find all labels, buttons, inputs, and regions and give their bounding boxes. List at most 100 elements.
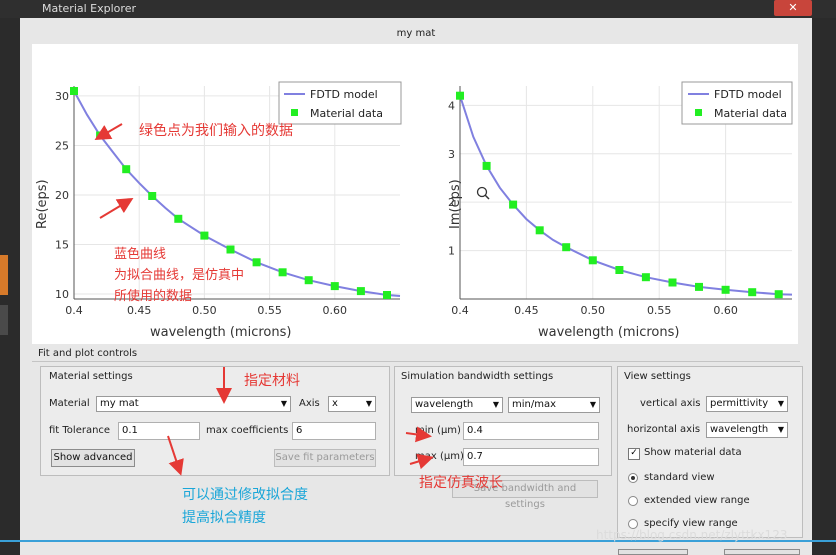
x-tick-label: 0.60	[713, 304, 738, 317]
x-tick-label: 0.55	[257, 304, 282, 317]
data-point	[774, 290, 783, 299]
legend: FDTD model Material data	[278, 81, 402, 125]
data-point	[641, 273, 650, 282]
legend-label: Material data	[714, 107, 787, 120]
y-tick-label: 1	[448, 245, 455, 258]
data-point	[615, 266, 624, 274]
y-tick-label: 4	[448, 99, 455, 112]
controls-title: Fit and plot controls	[38, 348, 138, 359]
data-point	[70, 87, 78, 95]
material-settings-group: Material settings Material my mat ▼ Axis …	[40, 366, 390, 476]
data-point	[721, 285, 730, 294]
data-point	[122, 165, 131, 174]
window-title: Material Explorer	[42, 2, 136, 15]
horizontal-axis-label: horizontal axis	[627, 424, 701, 435]
data-point	[482, 161, 491, 170]
fit-tolerance-input[interactable]: 0.1	[118, 422, 200, 440]
horizontal-axis-value: wavelength	[710, 424, 769, 435]
extended-view-label: extended view range	[644, 495, 750, 506]
bottom-button[interactable]	[618, 549, 688, 555]
y-tick-label: 15	[55, 239, 69, 252]
data-point	[383, 291, 391, 299]
show-material-data-label: Show material data	[644, 447, 742, 458]
data-point	[748, 288, 757, 297]
controls-divider	[32, 361, 800, 362]
im-eps-plot: 0.4 0.45 0.50 0.55 0.601234 Im(eps) waveleng…	[448, 81, 793, 340]
data-point	[304, 276, 313, 285]
annotation-blue-curve-2: 为拟合曲线，是仿真中	[114, 268, 245, 283]
legend-label: FDTD model	[714, 88, 782, 101]
x-tick-label: 0.4	[65, 304, 83, 317]
data-point	[174, 214, 183, 223]
bandwidth-mode-select[interactable]: wavelength ▼	[411, 397, 503, 413]
material-value: my mat	[100, 398, 139, 409]
x-tick-label: 0.55	[647, 304, 672, 317]
data-point	[278, 268, 287, 277]
data-point	[695, 282, 703, 291]
y-tick-label: 10	[55, 288, 69, 301]
data-point	[456, 91, 464, 100]
chevron-down-icon: ▼	[280, 399, 287, 408]
horizontal-axis-select[interactable]: wavelength ▼	[706, 422, 788, 438]
data-point	[356, 287, 365, 296]
chevron-down-icon: ▼	[365, 399, 372, 408]
standard-view-radio[interactable]	[628, 473, 638, 483]
axis-label: Axis	[299, 398, 320, 409]
chevron-down-icon: ▼	[777, 399, 784, 408]
magnifier-cursor-icon	[476, 186, 490, 200]
material-select[interactable]: my mat ▼	[96, 396, 291, 412]
bandwidth-range-select[interactable]: min/max ▼	[508, 397, 600, 413]
y-tick-label: 25	[55, 139, 69, 152]
bandwidth-mode-value: wavelength	[415, 399, 474, 410]
bottom-button[interactable]	[724, 549, 800, 555]
annotation-fit-precision-2: 提高拟合精度	[182, 510, 266, 526]
fit-tolerance-label: fit Tolerance	[49, 425, 111, 436]
max-wavelength-input[interactable]: 0.7	[463, 448, 599, 466]
chevron-down-icon: ▼	[492, 400, 499, 409]
min-wavelength-input[interactable]: 0.4	[463, 422, 599, 440]
close-button[interactable]: ✕	[774, 0, 812, 16]
data-point	[509, 200, 518, 209]
y-tick-label: 30	[55, 90, 69, 103]
legend-label: Material data	[310, 107, 383, 120]
axis-value: x	[332, 398, 338, 409]
data-point	[96, 131, 105, 140]
series-line-fdtd-model	[459, 95, 793, 296]
data-point	[330, 282, 339, 291]
annotation-fit-precision-1: 可以通过修改拟合度	[182, 487, 308, 503]
data-point	[148, 192, 157, 200]
annotation-specify-material: 指定材料	[244, 373, 300, 389]
group-title: Simulation bandwidth settings	[401, 371, 554, 382]
re-eps-plot: 0.4 0.45 0.50 0.55 0.601015202530 Re(eps) wa…	[35, 81, 402, 340]
max-coefficients-label: max coefficients	[206, 425, 289, 436]
extended-view-radio[interactable]	[628, 496, 638, 506]
data-point	[588, 256, 597, 265]
data-point	[668, 278, 677, 287]
vertical-axis-select[interactable]: permittivity ▼	[706, 396, 788, 412]
show-material-data-checkbox[interactable]: ✓	[628, 448, 640, 460]
data-point	[535, 226, 544, 235]
save-fit-parameters-button[interactable]: Save fit parameters	[274, 449, 376, 467]
min-wavelength-label: min (μm)	[415, 425, 461, 436]
axis-select[interactable]: x ▼	[328, 396, 376, 412]
standard-view-label: standard view	[644, 472, 715, 483]
y-axis-label: Re(eps)	[35, 179, 50, 229]
background-strip	[0, 255, 8, 295]
plot-heading: my mat	[396, 28, 436, 39]
vertical-axis-label: vertical axis	[640, 398, 701, 409]
annotation-green-points: 绿色点为我们输入的数据	[139, 123, 293, 139]
group-title: Material settings	[49, 371, 133, 382]
x-tick-label: 0.50	[581, 304, 606, 317]
legend-label: FDTD model	[310, 88, 378, 101]
annotation-sim-wavelength: 指定仿真波长	[419, 475, 503, 491]
annotation-blue-curve-3: 所使用的数据	[114, 289, 193, 304]
data-point	[200, 231, 209, 240]
x-tick-label: 0.4	[451, 304, 469, 317]
vertical-axis-value: permittivity	[710, 398, 769, 409]
max-coefficients-input[interactable]: 6	[292, 422, 376, 440]
material-label: Material	[49, 398, 90, 409]
show-advanced-button[interactable]: Show advanced	[51, 449, 135, 467]
y-tick-label: 3	[448, 148, 455, 161]
simulation-bandwidth-group: Simulation bandwidth settings wavelength…	[394, 366, 612, 476]
chevron-down-icon: ▼	[589, 400, 596, 409]
